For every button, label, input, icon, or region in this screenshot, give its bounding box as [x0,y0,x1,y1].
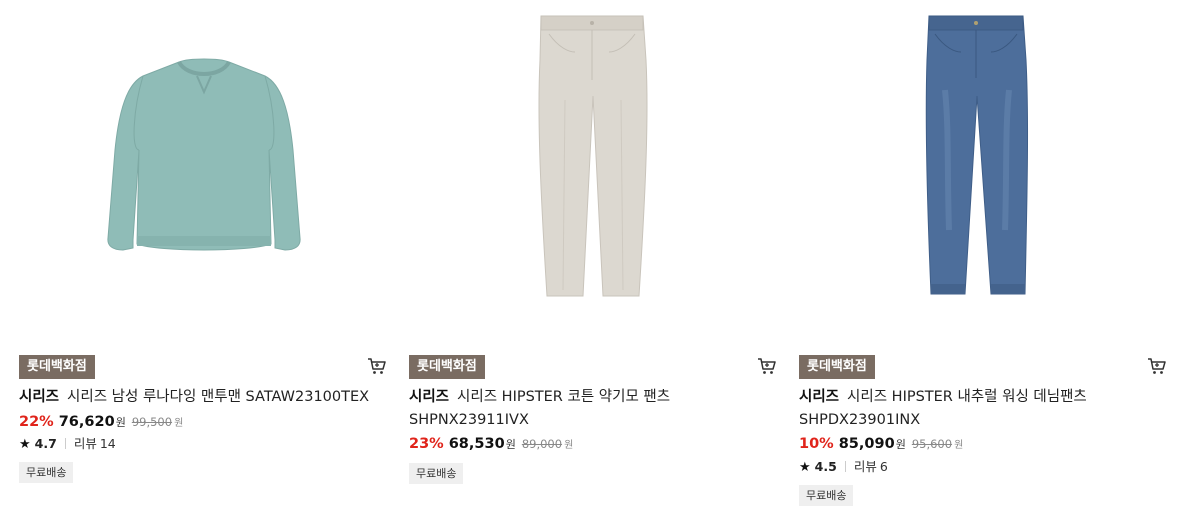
star-icon: ★ [799,460,811,475]
divider [64,438,66,449]
discount-rate: 23% [409,436,444,452]
series-label: 시리즈 [799,389,840,405]
product-image-denim-jeans[interactable] [799,0,1169,340]
free-shipping-tag: 무료배송 [19,462,74,483]
price-row: 23% 68,530원 89,000 원 [409,436,573,452]
product-grid: 롯데백화점 시리즈 시리즈 남성 루나다잉 맨투맨 SATAW23100TEX 2… [0,0,1195,513]
original-price-unit: 원 [564,440,574,451]
product-name: 시리즈 HIPSTER 내추럴 워싱 데님팬츠 SHPDX23901INX [799,389,1087,428]
free-shipping-tag: 무료배송 [409,463,464,484]
price-unit: 원 [505,438,516,451]
rating-row: ★ 4.5 리뷰 6 [799,456,888,475]
original-price: 95,600 [911,437,953,451]
discount-rate: 10% [799,436,834,452]
divider [844,461,846,472]
product-title[interactable]: 시리즈 시리즈 남성 루나다잉 맨투맨 SATAW23100TEX [19,386,387,409]
original-price: 89,000 [521,437,563,451]
cart-icon[interactable] [757,356,777,376]
product-card: 롯데백화점 시리즈 시리즈 남성 루나다잉 맨투맨 SATAW23100TEX 2… [19,0,389,513]
product-title[interactable]: 시리즈 시리즈 HIPSTER 코튼 약기모 팬츠 SHPNX23911IVX [409,386,777,432]
brand-badge[interactable]: 롯데백화점 [799,355,875,379]
free-shipping-tag: 무료배송 [799,485,854,506]
original-price-unit: 원 [174,418,184,429]
review-count: 6 [879,459,888,474]
star-icon: ★ [19,437,31,452]
sale-price: 85,090 [838,436,895,452]
original-price-unit: 원 [954,440,964,451]
rating-row: ★ 4.7 리뷰 14 [19,433,116,452]
rating-score: 4.5 [814,459,837,474]
product-card: 롯데백화점 시리즈 시리즈 HIPSTER 내추럴 워싱 데님팬츠 SHPDX23… [799,0,1169,513]
cart-icon[interactable] [1147,356,1167,376]
sale-price: 76,620 [58,414,115,430]
review-label: 리뷰 [853,459,877,474]
price-row: 22% 76,620원 99,500 원 [19,414,183,430]
rating-score: 4.7 [34,436,57,451]
sale-price: 68,530 [448,436,505,452]
price-row: 10% 85,090원 95,600 원 [799,436,963,452]
brand-badge[interactable]: 롯데백화점 [409,355,485,379]
brand-badge[interactable]: 롯데백화점 [19,355,95,379]
review-count: 14 [99,436,116,451]
cart-icon[interactable] [367,356,387,376]
product-card: 롯데백화점 시리즈 시리즈 HIPSTER 코튼 약기모 팬츠 SHPNX2391… [409,0,779,513]
product-image-chino-pants[interactable] [409,0,779,340]
product-name: 시리즈 남성 루나다잉 맨투맨 SATAW23100TEX [67,389,370,405]
original-price: 99,500 [131,415,173,429]
discount-rate: 22% [19,414,54,430]
price-unit: 원 [895,438,906,451]
series-label: 시리즈 [409,389,450,405]
product-image-sweatshirt[interactable] [19,0,389,340]
price-unit: 원 [115,416,126,429]
product-title[interactable]: 시리즈 시리즈 HIPSTER 내추럴 워싱 데님팬츠 SHPDX23901INX [799,386,1167,432]
series-label: 시리즈 [19,389,60,405]
review-label: 리뷰 [73,436,97,451]
